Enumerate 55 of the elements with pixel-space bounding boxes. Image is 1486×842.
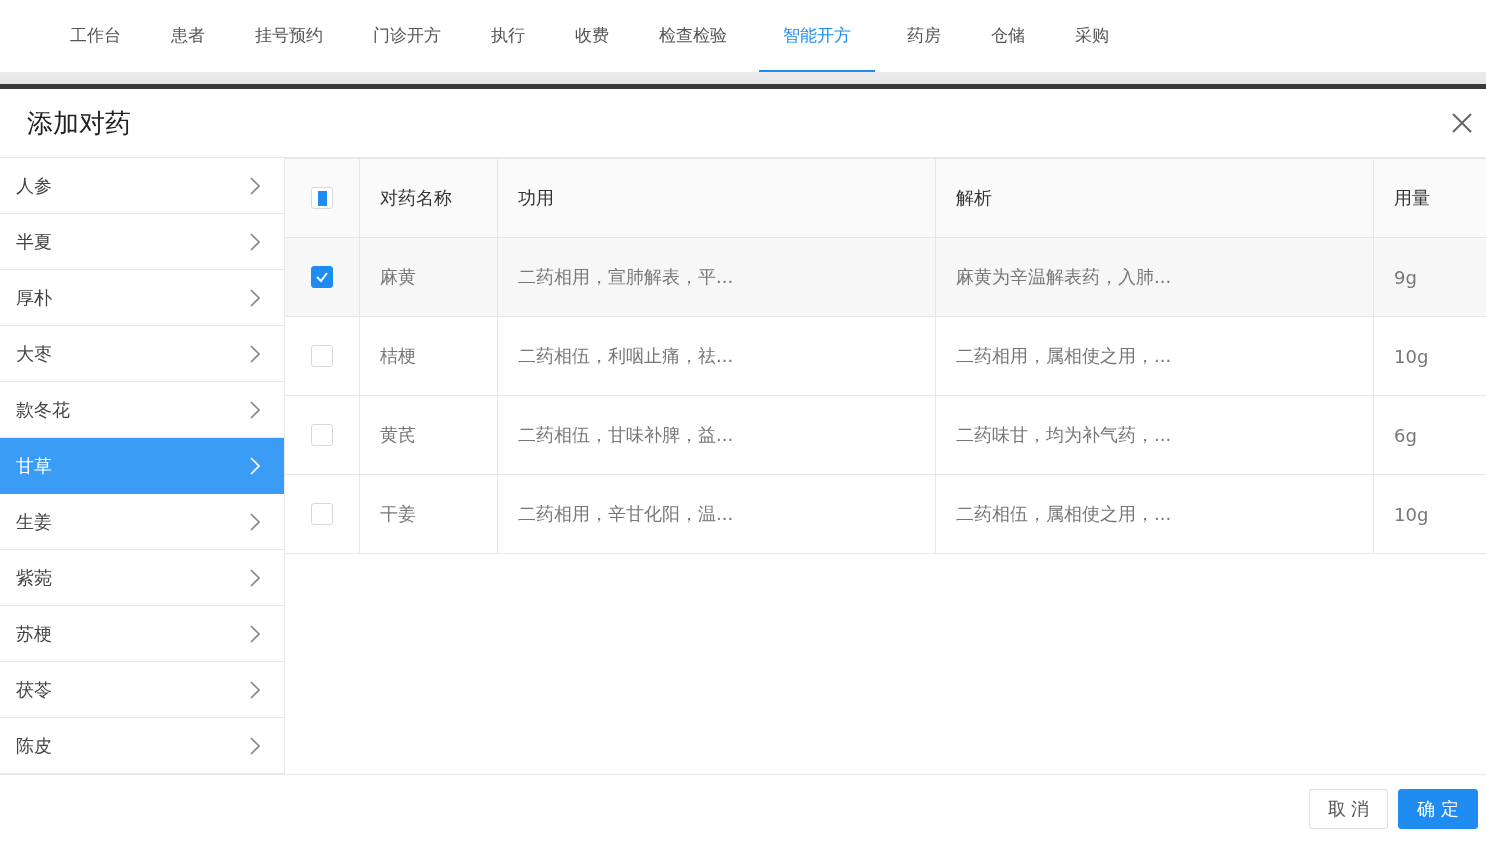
chevron-right-icon bbox=[250, 232, 260, 251]
cancel-button[interactable]: 取 消 bbox=[1308, 788, 1389, 829]
chevron-right-icon bbox=[250, 680, 260, 699]
table-cell: 9g bbox=[1394, 266, 1417, 288]
row-checkbox[interactable] bbox=[311, 266, 333, 288]
table-cell: 麻黄为辛温解表药，入肺... bbox=[956, 265, 1172, 289]
table-cell: 桔梗 bbox=[380, 344, 416, 368]
table-cell: 二药相伍，利咽止痛，祛... bbox=[518, 344, 734, 368]
herb-item[interactable]: 陈皮 bbox=[0, 718, 284, 774]
table-cell: 二药味甘，均为补气药，... bbox=[956, 423, 1172, 447]
nav-tab[interactable]: 执行 bbox=[473, 0, 543, 72]
nav-tab[interactable]: 药房 bbox=[889, 0, 959, 72]
nav-tab[interactable]: 门诊开方 bbox=[355, 0, 459, 72]
table-cell: 麻黄 bbox=[380, 265, 416, 289]
chevron-right-icon bbox=[250, 512, 260, 531]
herb-item[interactable]: 紫菀 bbox=[0, 550, 284, 606]
nav-tab[interactable]: 挂号预约 bbox=[237, 0, 341, 72]
table-cell: 二药相用，属相使之用，... bbox=[956, 344, 1172, 368]
table-cell: 二药相伍，甘味补脾，益... bbox=[518, 423, 734, 447]
column-header: 功用 bbox=[518, 186, 554, 210]
chevron-right-icon bbox=[250, 736, 260, 755]
herb-item[interactable]: 厚朴 bbox=[0, 270, 284, 326]
chevron-right-icon bbox=[250, 624, 260, 643]
nav-tab[interactable]: 采购 bbox=[1057, 0, 1127, 72]
herb-item[interactable]: 茯苓 bbox=[0, 662, 284, 718]
herb-item[interactable]: 生姜 bbox=[0, 494, 284, 550]
herb-item[interactable]: 半夏 bbox=[0, 214, 284, 270]
column-header: 对药名称 bbox=[380, 186, 452, 210]
herb-item[interactable]: 苏梗 bbox=[0, 606, 284, 662]
select-all-checkbox[interactable] bbox=[311, 187, 333, 209]
table-cell: 10g bbox=[1394, 345, 1429, 367]
table-cell: 二药相用，辛甘化阳，温... bbox=[518, 502, 734, 526]
column-header: 用量 bbox=[1394, 186, 1430, 210]
chevron-right-icon bbox=[250, 456, 260, 475]
table-cell: 黄芪 bbox=[380, 423, 416, 447]
chevron-right-icon bbox=[250, 400, 260, 419]
nav-tab[interactable]: 工作台 bbox=[52, 0, 139, 72]
herb-item[interactable]: 人参 bbox=[0, 158, 284, 214]
herb-item[interactable]: 大枣 bbox=[0, 326, 284, 382]
table-cell: 干姜 bbox=[380, 502, 416, 526]
nav-tab[interactable]: 检查检验 bbox=[641, 0, 745, 72]
close-icon[interactable] bbox=[1451, 112, 1473, 134]
nav-tab[interactable]: 患者 bbox=[153, 0, 223, 72]
table-cell: 二药相用，宣肺解表，平... bbox=[518, 265, 734, 289]
chevron-right-icon bbox=[250, 344, 260, 363]
column-header: 解析 bbox=[956, 186, 992, 210]
chevron-right-icon bbox=[250, 288, 260, 307]
chevron-right-icon bbox=[250, 568, 260, 587]
nav-tab[interactable]: 收费 bbox=[557, 0, 627, 72]
table-cell: 6g bbox=[1394, 424, 1417, 446]
dialog-title: 添加对药 bbox=[27, 106, 131, 140]
table-cell: 二药相伍，属相使之用，... bbox=[956, 502, 1172, 526]
nav-tab[interactable]: 仓储 bbox=[973, 0, 1043, 72]
table-cell: 10g bbox=[1394, 503, 1429, 525]
chevron-right-icon bbox=[250, 176, 260, 195]
